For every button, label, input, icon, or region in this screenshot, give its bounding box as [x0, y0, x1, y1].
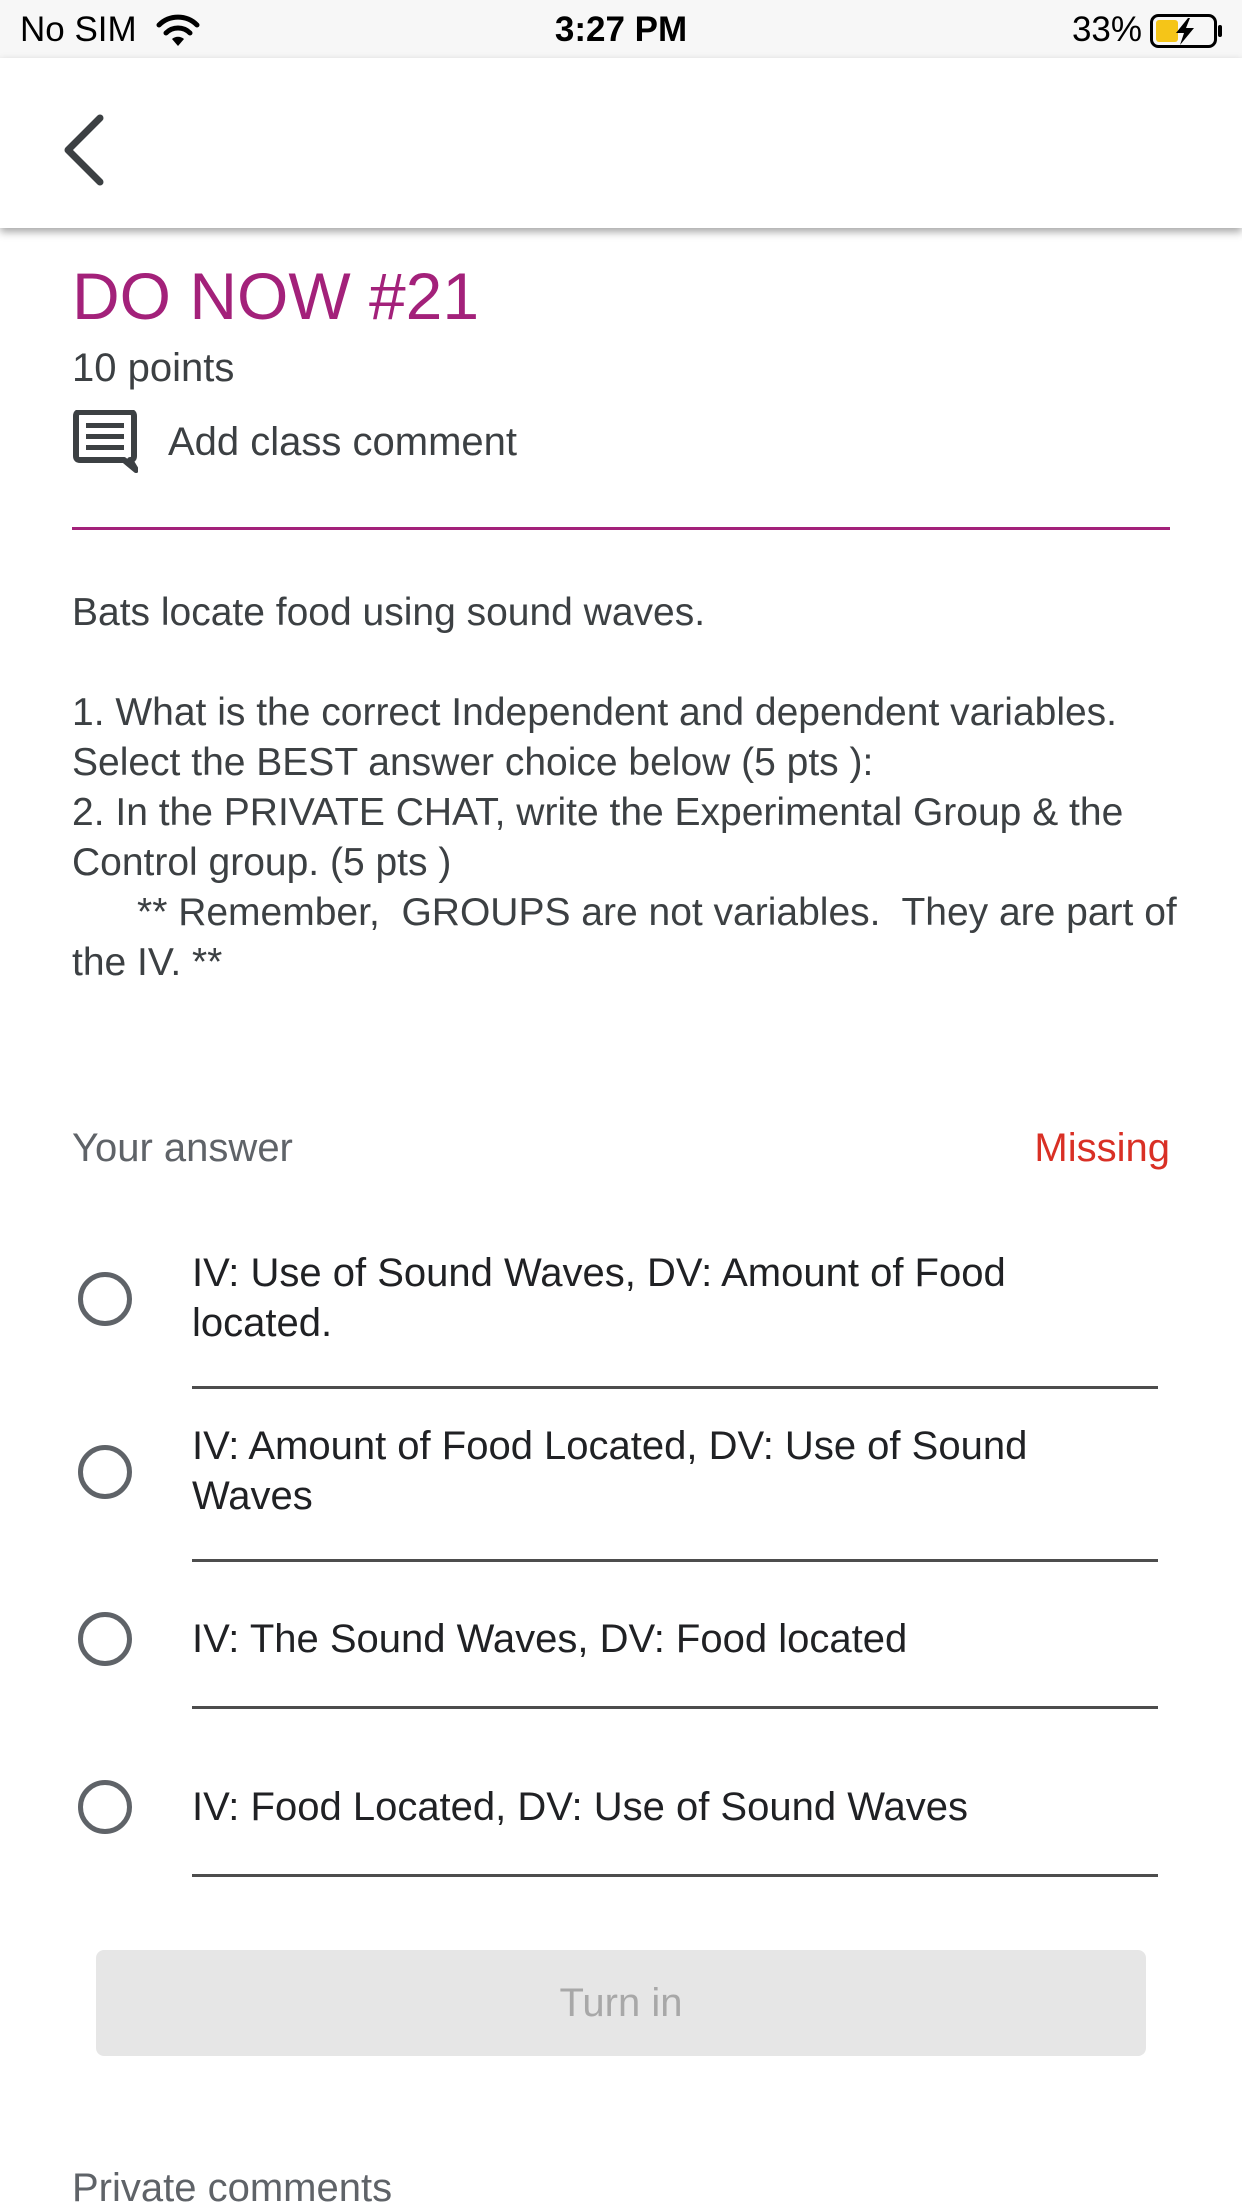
- battery-charging-icon: [1150, 14, 1222, 48]
- radio-button[interactable]: [78, 1612, 132, 1666]
- add-class-comment-button[interactable]: Add class comment: [72, 410, 517, 474]
- private-comments-label: Private comments: [72, 2166, 393, 2208]
- option-label[interactable]: IV: The Sound Waves, DV: Food located: [192, 1614, 1052, 1664]
- app-bar: [0, 58, 1242, 228]
- turn-in-button[interactable]: Turn in: [96, 1950, 1146, 2056]
- your-answer-label: Your answer: [72, 1126, 293, 1170]
- instructions: Bats locate food using sound waves. 1. W…: [72, 588, 1182, 988]
- option-label[interactable]: IV: Amount of Food Located, DV: Use of S…: [192, 1421, 1052, 1521]
- instruction-line: 1. What is the correct Independent and d…: [72, 691, 1118, 784]
- clock: 3:27 PM: [554, 10, 688, 49]
- status-bar: No SIM 3:27 PM 33%: [0, 0, 1242, 58]
- radio-button[interactable]: [78, 1780, 132, 1834]
- add-class-comment-label: Add class comment: [168, 419, 518, 464]
- instruction-line: 2. In the PRIVATE CHAT, write the Experi…: [72, 791, 1124, 884]
- option-divider: [192, 1874, 1158, 1877]
- instruction-spacer: [72, 638, 1182, 688]
- comment-icon: [73, 410, 138, 473]
- radio-button[interactable]: [78, 1445, 132, 1499]
- option-divider: [192, 1386, 1158, 1389]
- back-chevron-icon[interactable]: [56, 110, 112, 190]
- status-badge: Missing: [1034, 1126, 1170, 1170]
- instruction-line: Bats locate food using sound waves.: [72, 591, 706, 634]
- option-divider: [192, 1559, 1158, 1562]
- battery-percent: 33%: [1071, 10, 1142, 49]
- option-label[interactable]: IV: Use of Sound Waves, DV: Amount of Fo…: [192, 1248, 1052, 1348]
- option-label[interactable]: IV: Food Located, DV: Use of Sound Waves: [192, 1782, 1052, 1832]
- title-divider: [72, 527, 1170, 530]
- instruction-line: ** Remember, GROUPS are not variables. T…: [72, 891, 1188, 984]
- option-divider: [192, 1706, 1158, 1709]
- radio-button[interactable]: [78, 1272, 132, 1326]
- assignment-title: DO NOW #21: [72, 259, 480, 333]
- assignment-content[interactable]: DO NOW #21 10 points Add class comment B…: [0, 228, 1242, 2208]
- answer-header: Your answer Missing: [72, 1126, 1170, 1176]
- points-label: 10 points: [72, 346, 235, 390]
